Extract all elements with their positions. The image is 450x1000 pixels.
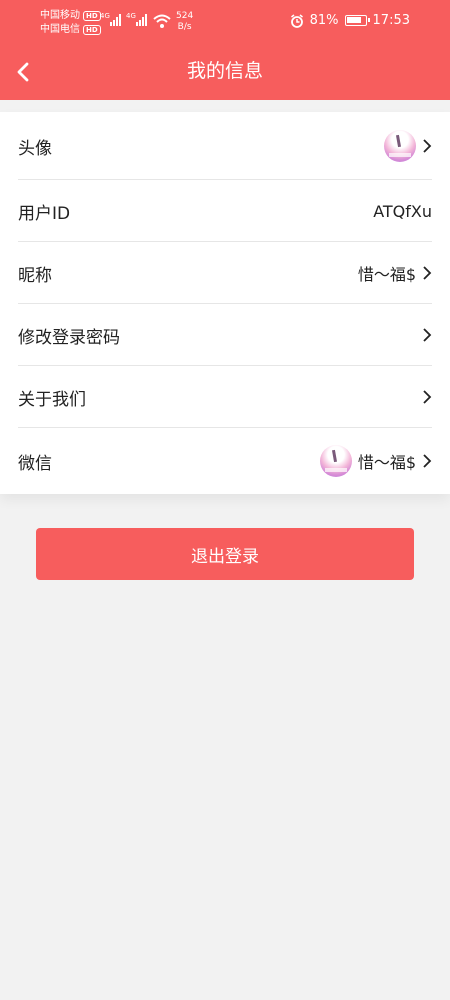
carrier-info: 中国移动 HD 中国电信 HD xyxy=(40,9,101,37)
row-value: 惜～福$ xyxy=(357,265,416,284)
row-right: ATQfXu xyxy=(373,202,432,221)
app-header: 中国移动 HD 中国电信 HD 4G 4G 524 B/s 81% 17:53 … xyxy=(0,0,450,100)
row-right: 惜～福$ xyxy=(319,445,432,477)
hd-badge-1: HD xyxy=(83,11,101,21)
alarm-icon xyxy=(290,13,303,28)
hd-badge-2: HD xyxy=(83,25,101,35)
info-card: 头像 用户ID ATQfXu 昵称 惜～福$ 修改登录密码 关于我们 微信 惜～福$ xyxy=(0,112,450,494)
wechat-row[interactable]: 微信 惜～福$ xyxy=(0,428,450,494)
row-right xyxy=(384,130,432,162)
chevron-right-icon xyxy=(423,139,432,153)
row-label: 用户ID xyxy=(18,203,71,224)
chevron-right-icon xyxy=(423,328,432,342)
status-right: 81% 17:53 xyxy=(290,13,410,28)
chevron-right-icon xyxy=(423,390,432,404)
signal-icon-2 xyxy=(136,14,147,26)
status-bar: 中国移动 HD 中国电信 HD 4G 4G 524 B/s 81% 17:53 xyxy=(0,0,450,44)
row-value: ATQfXu xyxy=(373,201,432,221)
network-speed-value: 524 xyxy=(176,11,194,21)
nickname-row[interactable]: 昵称 惜～福$ xyxy=(0,242,450,304)
carrier-1: 中国移动 xyxy=(40,10,80,21)
chevron-right-icon xyxy=(423,454,432,468)
battery-icon xyxy=(344,15,370,26)
carrier-2: 中国电信 xyxy=(40,24,80,35)
row-value: 惜～福$ xyxy=(357,453,416,472)
avatar xyxy=(319,445,352,477)
row-right xyxy=(422,389,432,405)
clock-time: 17:53 xyxy=(372,13,410,28)
row-label: 昵称 xyxy=(18,265,52,286)
about-us-row[interactable]: 关于我们 xyxy=(0,366,450,428)
page-title: 我的信息 xyxy=(186,60,263,82)
row-label: 微信 xyxy=(18,453,52,474)
battery-level xyxy=(346,17,361,23)
user-id-row: 用户ID ATQfXu xyxy=(0,180,450,242)
avatar-row[interactable]: 头像 xyxy=(0,112,450,180)
row-label: 关于我们 xyxy=(18,389,86,410)
change-password-row[interactable]: 修改登录密码 xyxy=(0,304,450,366)
network-speed: 524 B/s xyxy=(176,11,193,33)
battery-percent: 81% xyxy=(309,13,339,28)
chevron-right-icon xyxy=(423,266,432,280)
wifi-icon xyxy=(153,14,171,28)
row-label: 头像 xyxy=(18,138,52,159)
row-right xyxy=(422,327,432,343)
row-label: 修改登录密码 xyxy=(18,327,120,348)
network-speed-unit: B/s xyxy=(177,22,192,32)
avatar xyxy=(384,130,416,162)
row-right: 惜～福$ xyxy=(358,261,432,285)
logout-button[interactable]: 退出登录 xyxy=(36,528,414,580)
signal-icon-1 xyxy=(110,14,121,26)
